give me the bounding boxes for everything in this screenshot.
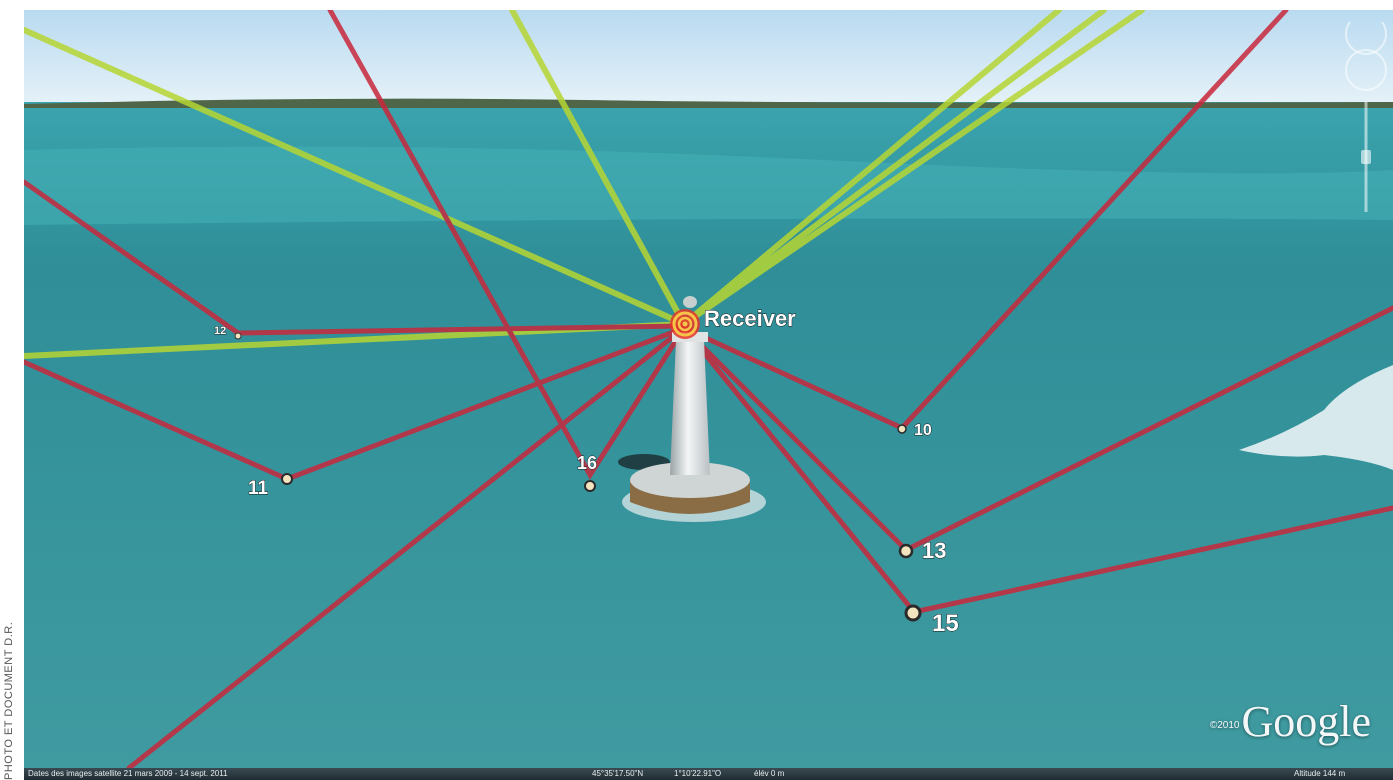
map-scene[interactable]: Receiver 12 11 16 10 13 15 [24,10,1393,768]
marker-icon[interactable] [904,604,922,622]
marker-label: 11 [248,478,269,499]
photo-credit: PHOTO ET DOCUMENT D.R. [3,621,15,780]
move-control-icon[interactable] [1345,49,1387,91]
receiver-label: Receiver [704,306,796,331]
marker-icon[interactable] [897,424,907,434]
marker-label: 12 [214,325,226,337]
marker-label: 16 [577,453,597,473]
navigation-controls[interactable] [1345,22,1387,222]
map-3d-view[interactable]: Receiver 12 11 16 10 13 15 ©2010Google [24,10,1393,768]
marker-icon[interactable] [584,480,596,492]
lighthouse-tower [670,340,710,475]
marker-label: 13 [922,538,946,563]
sky [24,10,1393,102]
longitude-readout: 1°10'22.91"O [674,769,722,778]
marker-icon[interactable] [898,543,914,559]
status-bar: Dates des images satellite 21 mars 2009 … [24,768,1393,780]
zoom-slider-handle[interactable] [1361,150,1371,164]
copyright-text: ©2010 [1209,720,1240,732]
receiver-dot [682,321,688,327]
altitude-readout: Altitude 144 m [1294,769,1346,778]
google-logo: ©2010Google [1210,696,1371,747]
marker-icon[interactable] [281,473,293,485]
marker-label: 10 [914,422,932,439]
elevation-readout: élév 0 m [754,769,785,778]
google-wordmark: Google [1241,697,1371,746]
imagery-dates: Dates des images satellite 21 mars 2009 … [28,769,228,778]
lighthouse-lamp [683,296,697,308]
marker-icon[interactable] [234,332,242,340]
marker-label: 15 [932,610,959,637]
latitude-readout: 45°35'17.50"N [592,769,644,778]
